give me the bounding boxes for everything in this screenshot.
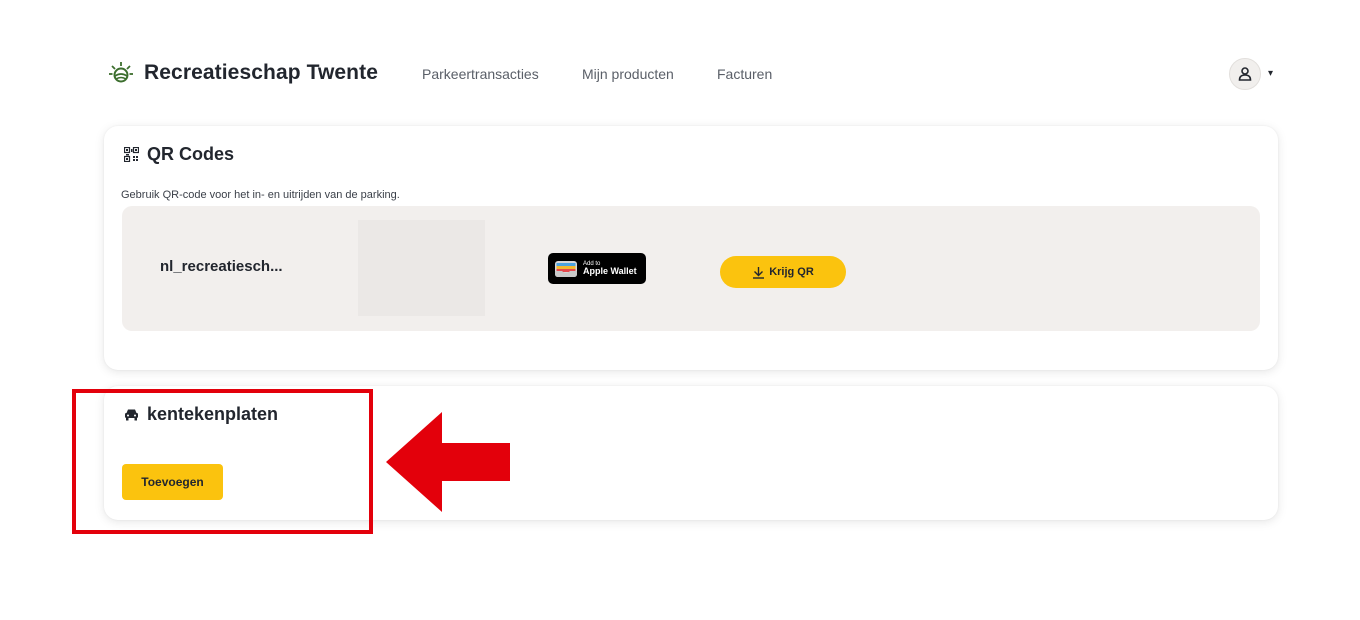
nav-link-facturen[interactable]: Facturen — [717, 66, 772, 82]
brand-logo-icon — [109, 62, 133, 83]
qr-icon — [124, 147, 139, 162]
wallet-big-label: Apple Wallet — [583, 266, 637, 276]
brand[interactable]: Recreatieschap Twente — [108, 60, 378, 86]
qr-product-row: nl_recreatiesch... Add to Apple Wallet K… — [122, 206, 1260, 331]
nav-link-parkeertransacties[interactable]: Parkeertransacties — [422, 66, 539, 82]
user-icon — [1238, 67, 1252, 81]
qr-codes-card: QR Codes Gebruik QR-code voor het in- en… — [104, 126, 1278, 370]
annotation-highlight-box — [72, 389, 373, 534]
brand-name: Recreatieschap Twente — [144, 61, 378, 84]
get-qr-label: Krijg QR — [769, 266, 814, 278]
product-name: nl_recreatiesch... — [160, 258, 283, 275]
qr-codes-heading: QR Codes — [124, 144, 234, 165]
add-to-apple-wallet-button[interactable]: Add to Apple Wallet — [548, 253, 646, 284]
nav-link-mijn-producten[interactable]: Mijn producten — [582, 66, 674, 82]
top-navbar: Recreatieschap Twente Parkeertransacties… — [0, 0, 1360, 120]
user-menu-caret-icon[interactable]: ▾ — [1268, 68, 1273, 79]
qr-code-image — [358, 220, 485, 316]
wallet-icon — [555, 260, 577, 277]
download-icon — [753, 266, 765, 279]
annotation-arrow-icon — [386, 412, 510, 512]
qr-codes-title: QR Codes — [147, 144, 235, 164]
user-menu-button[interactable] — [1229, 58, 1261, 90]
qr-codes-description: Gebruik QR-code voor het in- en uitrijde… — [121, 189, 400, 201]
get-qr-button[interactable]: Krijg QR — [720, 256, 846, 288]
